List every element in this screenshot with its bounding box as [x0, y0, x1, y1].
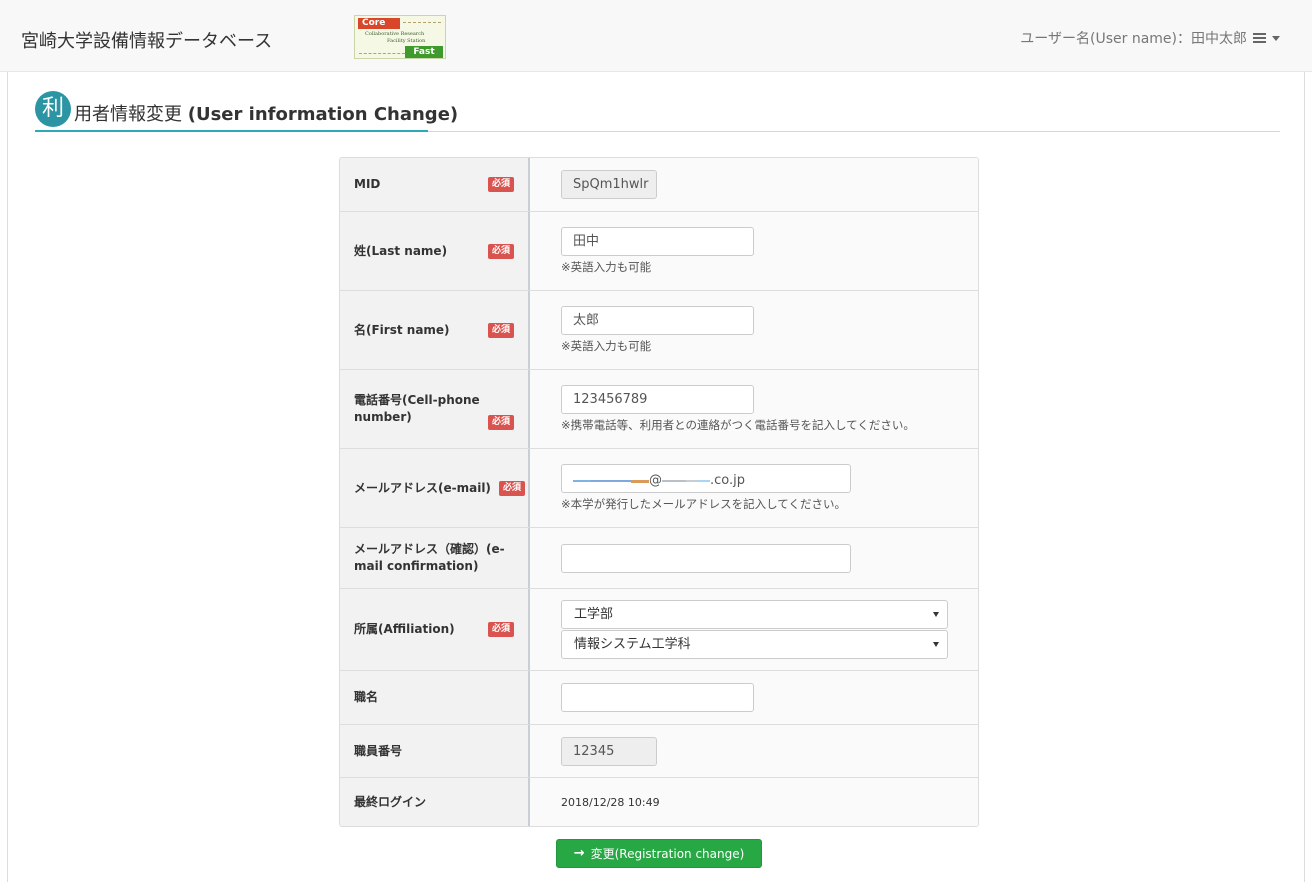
logo-divider — [403, 22, 441, 23]
page-title-jp: 用者情報変更 — [74, 104, 182, 125]
form-label-cell: 職員番号 — [340, 725, 530, 777]
mid-label: MID — [354, 177, 381, 191]
logo-divider — [359, 53, 405, 54]
staff-number-label: 職員番号 — [354, 743, 403, 758]
faculty-select[interactable]: 工学部 — [561, 600, 948, 629]
form-label-cell: 最終ログイン — [340, 778, 530, 826]
required-badge: 必須 — [499, 480, 525, 496]
registration-change-label: 変更(Registration change) — [590, 847, 745, 861]
dropdown-arrow-icon — [933, 642, 939, 647]
form-label-cell: 名(First name) 必須 — [340, 291, 530, 369]
site-title[interactable]: 宮崎大学設備情報データベース — [21, 27, 272, 53]
faculty-selected-value: 工学部 — [574, 607, 614, 622]
form-row-mid: MID 必須 SpQm1hwlr — [340, 158, 978, 212]
department-select[interactable]: 情報システム工学科 — [561, 630, 948, 659]
arrow-right-icon: → — [573, 846, 585, 861]
form-row-job-title: 職名 — [340, 671, 978, 725]
required-badge: 必須 — [488, 177, 514, 192]
masked-email: @ .co.jp — [573, 467, 745, 494]
email-confirm-label: メールアドレス（確認）(e-mail confirmation) — [354, 542, 505, 573]
redaction-mark — [591, 480, 631, 482]
email-domain-suffix: .co.jp — [710, 472, 746, 488]
form-row-first-name: 名(First name) 必須 太郎 ※英語入力も可能 — [340, 291, 978, 370]
form-input-cell: 123456789 ※携帯電話等、利用者との連絡がつく電話番号を記入してください… — [530, 370, 978, 448]
redaction-mark — [686, 480, 698, 482]
phone-hint: ※携帯電話等、利用者との連絡がつく電話番号を記入してください。 — [561, 418, 915, 432]
email-hint: ※本学が発行したメールアドレスを記入してください。 — [561, 497, 846, 511]
menu-icon — [1253, 33, 1266, 43]
mid-field: SpQm1hwlr — [561, 170, 657, 199]
title-accent-underline — [35, 130, 428, 132]
redaction-mark — [662, 480, 686, 482]
phone-label: 電話番号(Cell-phone number) — [354, 393, 480, 424]
email-at: @ — [649, 472, 662, 488]
last-name-hint: ※英語入力も可能 — [561, 260, 652, 274]
form-row-affiliation: 所属(Affiliation) 必須 工学部 情報システム工学科 — [340, 589, 978, 671]
last-name-input[interactable]: 田中 — [561, 227, 754, 256]
form-label-cell: 姓(Last name) 必須 — [340, 212, 530, 290]
core-fast-logo[interactable]: Core Collaborative Research Facility Sta… — [354, 15, 446, 59]
email-label: メールアドレス(e-mail) — [354, 480, 491, 495]
form-input-cell: @ .co.jp ※本学が発行したメールアドレスを記入してください。 — [530, 449, 978, 527]
top-navbar: 宮崎大学設備情報データベース Core Collaborative Resear… — [0, 0, 1312, 72]
first-name-input[interactable]: 太郎 — [561, 306, 754, 335]
required-badge: 必須 — [488, 622, 514, 637]
logo-fast-text: Fast — [405, 46, 443, 58]
staff-number-field: 12345 — [561, 736, 657, 766]
required-badge: 必須 — [488, 243, 514, 259]
form-input-cell — [530, 671, 978, 724]
logo-subtitle-1: Collaborative Research — [365, 31, 425, 37]
redaction-mark — [573, 480, 591, 482]
form-input-cell: 太郎 ※英語入力も可能 — [530, 291, 978, 369]
user-menu-toggle[interactable]: ユーザー名(User name)：田中太郎 — [1020, 28, 1280, 48]
registration-change-button[interactable]: → 変更(Registration change) — [556, 839, 762, 868]
title-badge: 利 — [35, 91, 71, 127]
phone-input[interactable]: 123456789 — [561, 385, 754, 414]
department-selected-value: 情報システム工学科 — [574, 637, 691, 652]
form-input-cell — [530, 528, 978, 588]
job-title-input[interactable] — [561, 683, 754, 712]
form-row-last-name: 姓(Last name) 必須 田中 ※英語入力も可能 — [340, 212, 978, 291]
user-name-label: ユーザー名(User name)：田中太郎 — [1020, 31, 1247, 47]
last-login-value: 2018/12/28 10:49 — [561, 795, 660, 809]
form-row-email: メールアドレス(e-mail) 必須 @ .co.jp ※本学が発行したメールア… — [340, 449, 978, 528]
form-label-cell: 電話番号(Cell-phone number) 必須 — [340, 370, 530, 448]
form-input-cell: 田中 ※英語入力も可能 — [530, 212, 978, 290]
form-label-cell: メールアドレス（確認）(e-mail confirmation) — [340, 528, 530, 588]
dropdown-arrow-icon — [933, 612, 939, 617]
last-name-label: 姓(Last name) — [354, 243, 448, 258]
form-row-email-confirm: メールアドレス（確認）(e-mail confirmation) — [340, 528, 978, 589]
first-name-hint: ※英語入力も可能 — [561, 339, 652, 353]
email-input[interactable]: @ .co.jp — [561, 464, 851, 493]
job-title-label: 職名 — [354, 690, 379, 704]
form-row-last-login: 最終ログイン 2018/12/28 10:49 — [340, 778, 978, 826]
form-label-cell: MID 必須 — [340, 158, 530, 211]
caret-down-icon — [1272, 35, 1280, 41]
form-label-cell: 職名 — [340, 671, 530, 724]
form-label-cell: メールアドレス(e-mail) 必須 — [340, 449, 530, 527]
page-title-en: (User information Change) — [187, 104, 459, 125]
form-input-cell: 工学部 情報システム工学科 — [530, 589, 978, 670]
form-row-phone: 電話番号(Cell-phone number) 必須 123456789 ※携帯… — [340, 370, 978, 449]
form-input-cell: 2018/12/28 10:49 — [530, 778, 978, 826]
required-badge: 必須 — [488, 415, 514, 430]
user-info-form: MID 必須 SpQm1hwlr 姓(Last name) 必須 田中 ※英語入… — [339, 157, 979, 827]
first-name-label: 名(First name) — [354, 322, 450, 337]
email-confirm-input[interactable] — [561, 543, 851, 573]
logo-subtitle-2: Facility Station — [387, 38, 426, 44]
logo-core-text: Core — [358, 18, 400, 29]
form-input-cell: SpQm1hwlr — [530, 158, 978, 211]
required-badge: 必須 — [488, 322, 514, 338]
page-title: 用者情報変更 (User information Change) — [74, 100, 458, 126]
redaction-mark — [698, 480, 710, 482]
redaction-mark — [631, 479, 649, 483]
affiliation-label: 所属(Affiliation) — [354, 622, 455, 636]
main-panel: 利 用者情報変更 (User information Change) MID 必… — [7, 72, 1305, 882]
last-login-label: 最終ログイン — [354, 794, 427, 809]
page-header: 利 用者情報変更 (User information Change) — [35, 91, 1280, 132]
form-input-cell: 12345 — [530, 725, 978, 777]
form-row-staff-number: 職員番号 12345 — [340, 725, 978, 778]
form-label-cell: 所属(Affiliation) 必須 — [340, 589, 530, 670]
